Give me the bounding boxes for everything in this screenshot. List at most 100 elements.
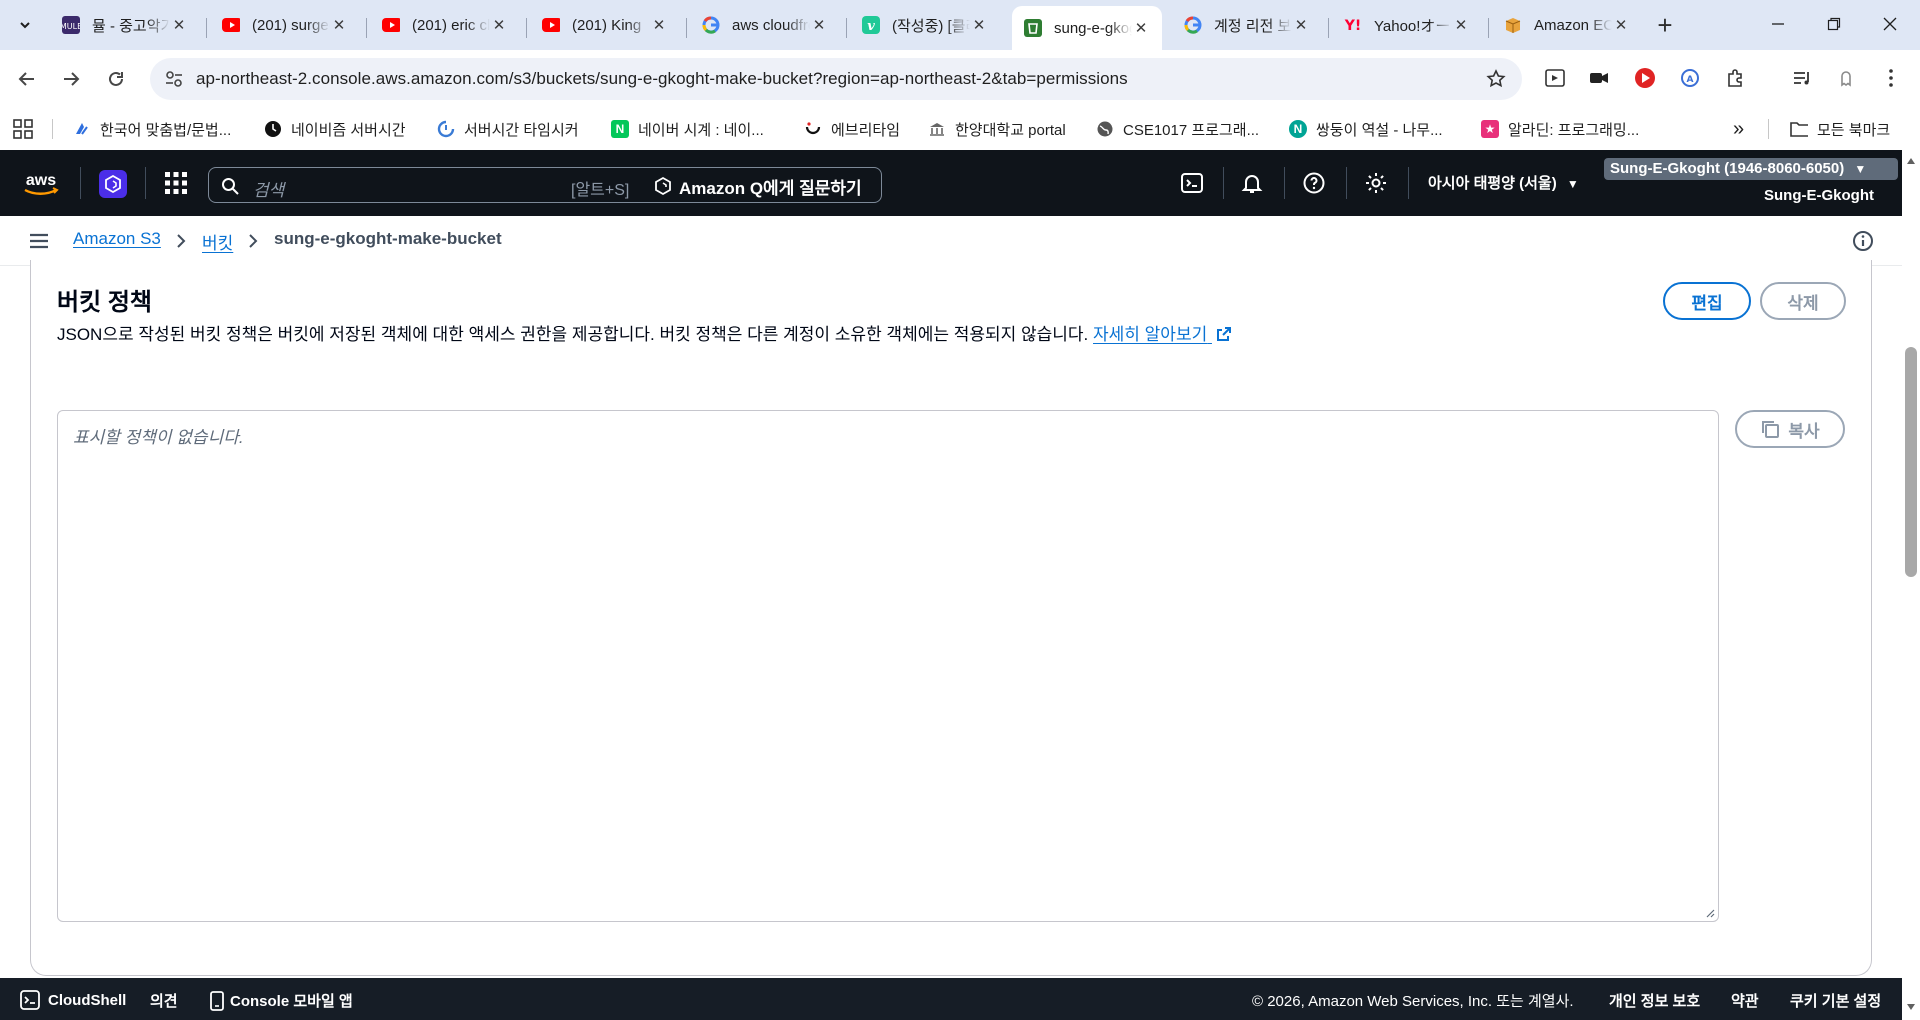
browser-tab[interactable]: aws cloudfront ✕ bbox=[690, 6, 840, 44]
browser-tab[interactable]: v (작성중) [클라우드] ✕ bbox=[850, 6, 1000, 44]
close-icon[interactable]: ✕ bbox=[490, 16, 508, 34]
bookmark-item[interactable]: 네이비즘 서버시간 bbox=[264, 114, 406, 144]
bookmarks-bar: 한국어 맞춤법/문법... 네이비즘 서버시간 서버시간 타임시커 N 네이버 … bbox=[0, 108, 1920, 150]
edit-button[interactable]: 편집 bbox=[1663, 282, 1751, 320]
settings-gear-icon[interactable] bbox=[1364, 171, 1388, 195]
svg-text:A: A bbox=[1687, 75, 1694, 85]
side-nav-toggle[interactable] bbox=[28, 230, 50, 252]
main-content: 버킷 정책 JSON으로 작성된 버킷 정책은 버킷에 저장된 객체에 대한 액… bbox=[0, 260, 1902, 978]
cloudshell-icon[interactable] bbox=[1180, 171, 1204, 195]
tab-search-button[interactable] bbox=[10, 10, 40, 40]
media-cast-icon[interactable] bbox=[1541, 64, 1569, 92]
puzzle-extensions-icon[interactable] bbox=[1722, 64, 1750, 92]
bucket-policy-panel: 버킷 정책 JSON으로 작성된 버킷 정책은 버킷에 저장된 객체에 대한 액… bbox=[30, 260, 1872, 976]
url-text: ap-northeast-2.console.aws.amazon.com/s3… bbox=[196, 69, 1128, 88]
site-settings-icon[interactable] bbox=[162, 67, 186, 91]
close-icon[interactable]: ✕ bbox=[170, 16, 188, 34]
aws-search-input[interactable]: 검색 [알트+S] Amazon Q에게 질문하기 bbox=[208, 167, 882, 203]
close-icon[interactable]: ✕ bbox=[810, 16, 828, 34]
policy-description-text: JSON으로 작성된 버킷 정책은 버킷에 저장된 객체에 대한 액세스 권한을… bbox=[57, 325, 1089, 344]
copy-button[interactable]: 복사 bbox=[1735, 410, 1845, 448]
delete-button[interactable]: 삭제 bbox=[1760, 282, 1846, 320]
bookmark-item[interactable]: 서버시간 타임시커 bbox=[437, 114, 579, 144]
browser-tab[interactable]: (201) eric clapton ✕ bbox=[370, 6, 520, 44]
browser-tab[interactable]: (201) King ✕ bbox=[530, 6, 680, 44]
region-selector[interactable]: 아시아 태평양 (서울) ▼ bbox=[1428, 172, 1579, 193]
play-extension-icon[interactable] bbox=[1631, 64, 1659, 92]
browser-tab[interactable]: Amazon EC2 ✕ bbox=[1492, 6, 1642, 44]
bookmarks-overflow-button[interactable]: » bbox=[1733, 114, 1744, 144]
everytime-icon bbox=[804, 120, 822, 138]
tab-title: sung-e-gkoght bbox=[1054, 19, 1132, 37]
scroll-down-arrow-icon[interactable] bbox=[1906, 1002, 1916, 1012]
close-icon[interactable]: ✕ bbox=[1612, 16, 1630, 34]
youtube-icon bbox=[542, 16, 560, 34]
media-queue-icon[interactable] bbox=[1788, 64, 1816, 92]
timeseeker-icon bbox=[437, 120, 455, 138]
translate-extension-icon[interactable]: A bbox=[1676, 64, 1704, 92]
browser-tab[interactable]: (201) surgeon ✕ bbox=[210, 6, 360, 44]
close-icon[interactable]: ✕ bbox=[1292, 16, 1310, 34]
restore-icon bbox=[1827, 17, 1841, 31]
terms-link[interactable]: 약관 bbox=[1731, 990, 1759, 1011]
browser-tab[interactable]: 계정 리전 보기 ✕ bbox=[1172, 6, 1322, 44]
bookmark-item[interactable]: 에브리타임 bbox=[804, 114, 900, 144]
s3-icon bbox=[1024, 19, 1042, 37]
browser-tab[interactable]: MULE 뮬 - 중고악기 ✕ bbox=[50, 6, 200, 44]
profile-avatar-icon[interactable] bbox=[1832, 64, 1860, 92]
all-bookmarks-folder[interactable]: 모든 북마크 bbox=[1790, 114, 1890, 144]
mobile-app-link[interactable]: Console 모바일 앱 bbox=[210, 990, 353, 1011]
bookmark-item[interactable]: ★ 알라딘: 프로그래밍... bbox=[1481, 114, 1639, 144]
bookmark-star-icon[interactable] bbox=[1484, 67, 1508, 91]
spell-check-icon bbox=[73, 120, 91, 138]
bookmark-item[interactable]: CSE1017 프로그래... bbox=[1096, 114, 1259, 144]
policy-json-viewer[interactable]: 표시할 정책이 없습니다. bbox=[57, 410, 1719, 922]
close-window-button[interactable] bbox=[1862, 0, 1918, 48]
notifications-bell-icon[interactable] bbox=[1240, 171, 1264, 195]
services-menu-button[interactable] bbox=[163, 170, 189, 196]
browser-tab-active[interactable]: sung-e-gkoght ✕ bbox=[1012, 6, 1162, 50]
video-camera-icon[interactable] bbox=[1585, 64, 1613, 92]
page-scrollbar[interactable] bbox=[1902, 150, 1920, 1020]
bookmark-item[interactable]: N 쌍둥이 역설 - 나무... bbox=[1289, 114, 1443, 144]
back-button[interactable] bbox=[12, 64, 42, 94]
resize-grip-icon[interactable] bbox=[1705, 908, 1715, 918]
address-bar[interactable]: ap-northeast-2.console.aws.amazon.com/s3… bbox=[150, 58, 1522, 100]
breadcrumb-buckets[interactable]: 버킷 bbox=[202, 229, 233, 254]
hamburger-menu-icon bbox=[30, 233, 48, 249]
reload-button[interactable] bbox=[101, 64, 131, 94]
youtube-icon bbox=[222, 16, 240, 34]
bookmark-item[interactable]: 한국어 맞춤법/문법... bbox=[73, 114, 231, 144]
search-placeholder: 검색 bbox=[253, 181, 285, 200]
apps-grid-icon[interactable] bbox=[12, 114, 34, 144]
bookmark-item[interactable]: N 네이버 시계 : 네이... bbox=[611, 114, 764, 144]
close-icon[interactable]: ✕ bbox=[1132, 19, 1150, 37]
close-icon[interactable]: ✕ bbox=[1452, 16, 1470, 34]
kebab-menu-icon[interactable] bbox=[1877, 64, 1905, 92]
minimize-button[interactable] bbox=[1750, 0, 1806, 48]
cookie-preferences-link[interactable]: 쿠키 기본 설정 bbox=[1790, 990, 1881, 1011]
close-icon[interactable]: ✕ bbox=[970, 16, 988, 34]
close-icon[interactable]: ✕ bbox=[650, 16, 668, 34]
restore-button[interactable] bbox=[1806, 0, 1862, 48]
bookmark-item[interactable]: 한양대학교 portal bbox=[928, 114, 1066, 144]
breadcrumb-amazon-s3[interactable]: Amazon S3 bbox=[73, 229, 161, 249]
browser-tab[interactable]: Y! Yahoo!オークション ✕ bbox=[1332, 6, 1482, 44]
close-icon[interactable]: ✕ bbox=[330, 16, 348, 34]
privacy-link[interactable]: 개인 정보 보호 bbox=[1609, 990, 1700, 1011]
forward-button[interactable] bbox=[56, 64, 86, 94]
scrollbar-thumb[interactable] bbox=[1905, 347, 1917, 577]
cloudshell-button[interactable]: CloudShell bbox=[20, 990, 126, 1010]
help-icon[interactable] bbox=[1302, 171, 1326, 195]
ask-amazon-q-button[interactable]: Amazon Q에게 질문하기 bbox=[653, 175, 862, 198]
feedback-link[interactable]: 의견 bbox=[150, 990, 178, 1011]
browser-tab-strip: MULE 뮬 - 중고악기 ✕ (201) surgeon ✕ (201) er… bbox=[0, 0, 1920, 50]
new-tab-button[interactable]: + bbox=[1650, 10, 1680, 40]
learn-more-link[interactable]: 자세히 알아보기 bbox=[1093, 325, 1232, 344]
copyright-text: © 2026, Amazon Web Services, Inc. 또는 계열사… bbox=[1252, 993, 1574, 1010]
scroll-up-arrow-icon[interactable] bbox=[1906, 156, 1916, 166]
info-panel-button[interactable] bbox=[1852, 230, 1874, 252]
aws-logo[interactable]: aws bbox=[20, 170, 62, 198]
account-menu[interactable]: Sung-E-Gkoght (1946-8060-6050) ▼ bbox=[1604, 158, 1898, 180]
q-developer-icon[interactable] bbox=[99, 170, 127, 198]
